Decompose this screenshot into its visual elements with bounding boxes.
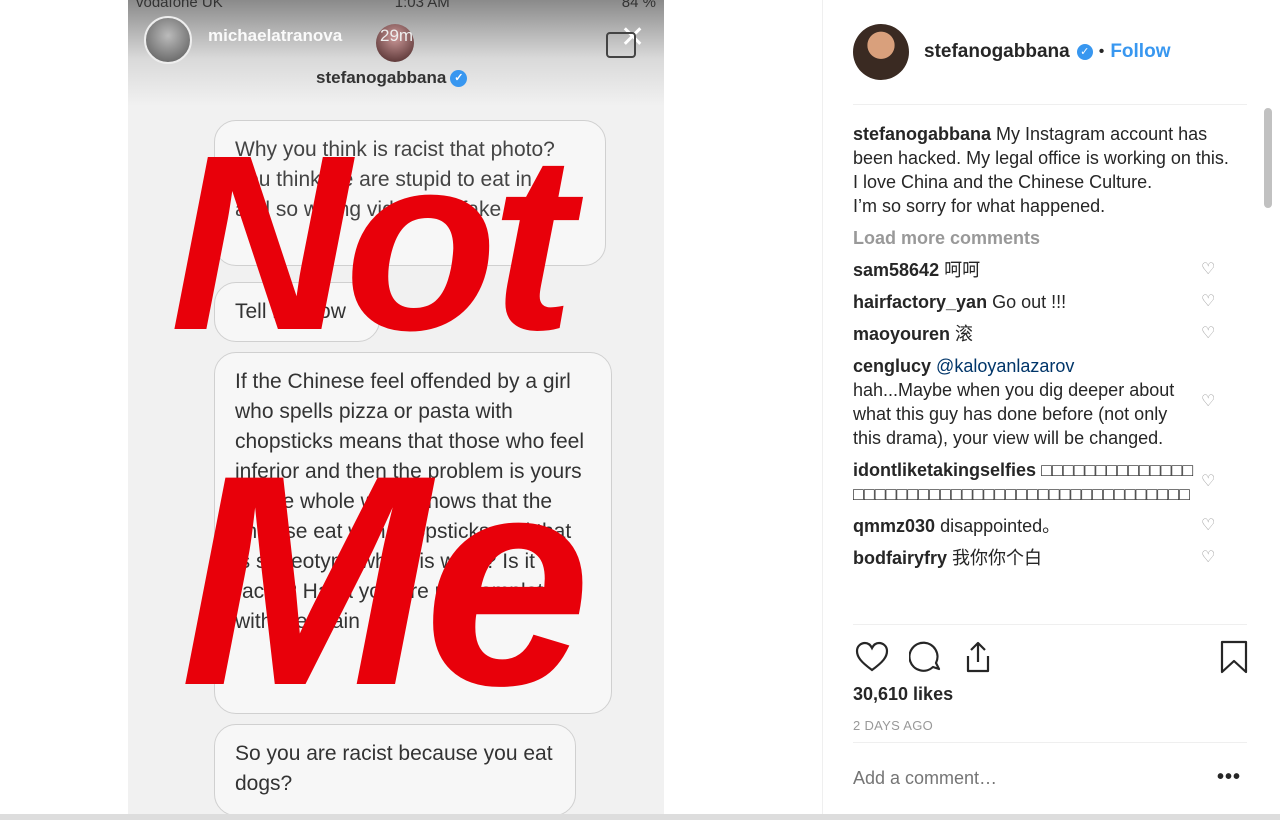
caption-line: I’m so sorry for what happened. [853,196,1106,216]
share-button[interactable] [959,638,997,676]
post-header: stefanogabbana ✓ • Follow [853,24,1170,80]
comment-username[interactable]: bodfairyfry [853,548,947,568]
post-actions [853,638,1248,678]
comment-text: disappointed。 [940,516,1061,536]
load-more-comments-button[interactable]: Load more comments [853,226,1247,250]
comment-item: qmmz030 disappointed。 ♡ [853,514,1247,538]
heart-icon [855,641,889,672]
comment-text: hah...Maybe when you dig deeper about wh… [853,380,1175,448]
heart-icon[interactable]: ♡ [1201,325,1219,343]
overlay-text-not: Not [170,103,575,382]
chat-username-label: stefanogabbana [316,68,447,87]
phone-status-bar: vodafone UK 1:03 AM 84 % [136,0,656,11]
comment-icon [909,641,941,672]
heart-icon[interactable]: ♡ [1201,261,1219,279]
divider [853,624,1247,625]
heart-icon[interactable]: ♡ [1201,549,1219,567]
comment-username[interactable]: idontliketakingselfies [853,460,1036,480]
comment-item: sam58642 呵呵 ♡ [853,258,1247,282]
add-comment-input[interactable] [853,768,1193,789]
heart-icon[interactable]: ♡ [1201,473,1219,491]
caption-line: I love China and the Chinese Culture. [853,172,1153,192]
heart-icon[interactable]: ♡ [1201,393,1219,411]
save-button[interactable] [1215,638,1253,676]
comment-username[interactable]: sam58642 [853,260,939,280]
comment-text: 我你你个白 [952,548,1043,568]
carrier-label: vodafone UK [136,0,223,11]
story-avatar [144,16,192,64]
comment-item: maoyouren 滚 ♡ [853,322,1247,346]
more-options-button[interactable]: ••• [1217,766,1241,789]
post-sidebar: stefanogabbana ✓ • Follow stefanogabbana… [822,0,1280,820]
story-username: michaelatranova [208,26,343,45]
comment-username[interactable]: cenglucy [853,356,931,376]
comment-text: Go out !!! [992,292,1067,312]
comment-item: idontliketakingselfies □□□□□□□□□□□□□□□□□… [853,458,1247,506]
comment-text: 呵呵 [944,260,981,280]
overlay-text-me: Me [180,412,591,748]
share-icon [966,641,990,673]
comment-username[interactable]: maoyouren [853,324,950,344]
chat-username: stefanogabbana ✓ [316,68,468,88]
post-caption: stefanogabbana My Instagram account has … [853,122,1247,218]
video-camera-icon [606,32,636,58]
scrollbar[interactable] [1264,108,1272,208]
follow-button[interactable]: Follow [1110,41,1170,63]
comment-username[interactable]: qmmz030 [853,516,935,536]
post-timestamp[interactable]: 2 DAYS AGO [853,718,933,733]
comment-item: bodfairyfry 我你你个白 ♡ [853,546,1247,570]
comment-text: 滚 [955,324,974,344]
comments-list[interactable]: stefanogabbana My Instagram account has … [853,118,1247,624]
post-username[interactable]: stefanogabbana [924,41,1070,63]
heart-icon[interactable]: ♡ [1201,517,1219,535]
post-media-area: vodafone UK 1:03 AM 84 % michaelatranova… [0,0,822,820]
separator-dot: • [1098,43,1105,60]
comment-mention[interactable]: @kaloyanlazarov [936,356,1074,376]
page-bottom-edge [0,814,1280,820]
verified-icon: ✓ [450,70,468,88]
comment-username[interactable]: hairfactory_yan [853,292,987,312]
like-button[interactable] [853,638,891,676]
clock-label: 1:03 AM [394,0,450,11]
verified-icon: ✓ [1076,44,1093,60]
heart-icon[interactable]: ♡ [1201,293,1219,311]
caption-username[interactable]: stefanogabbana [853,124,991,144]
comment-item: hairfactory_yan Go out !!! ♡ [853,290,1247,314]
comment-item: cenglucy @kaloyanlazarov hah...Maybe whe… [853,354,1247,450]
bookmark-icon [1220,640,1248,674]
likes-count[interactable]: 30,610 likes [853,684,953,705]
divider [853,742,1247,743]
story-time: 29m [380,26,414,45]
divider [853,104,1247,105]
battery-label: 84 % [621,0,656,11]
comment-button[interactable] [907,638,945,676]
avatar[interactable] [853,24,909,80]
